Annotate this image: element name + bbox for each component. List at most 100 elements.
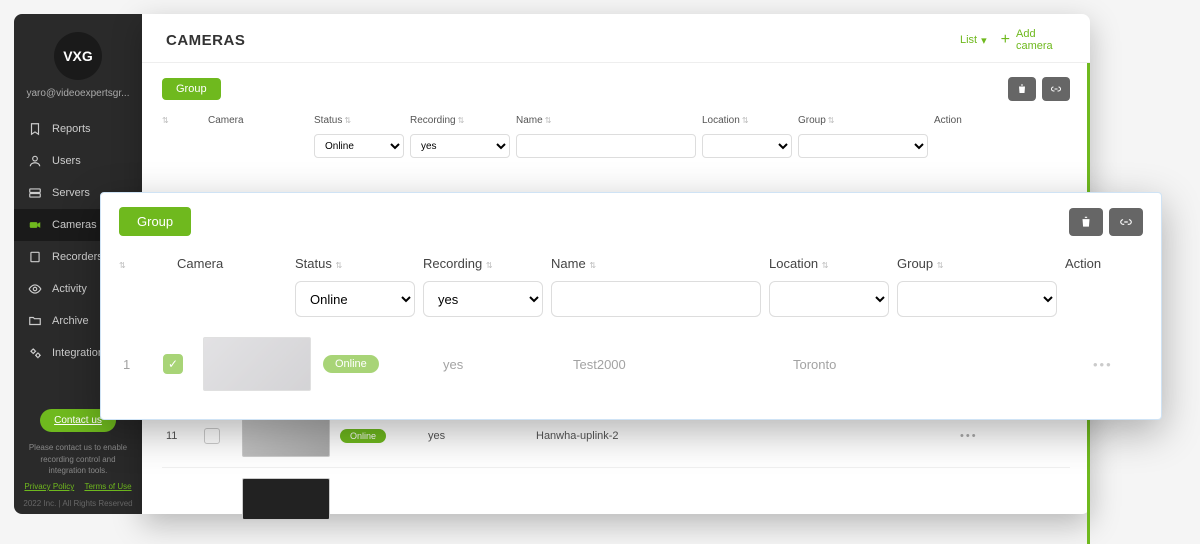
gear-icon (28, 346, 42, 360)
sort-icon[interactable]: ⇅ (119, 261, 126, 270)
row-recording: yes (428, 430, 528, 442)
col-recording: Recording (410, 115, 456, 126)
sort-icon[interactable]: ⇅ (344, 116, 351, 125)
sort-icon[interactable]: ⇅ (742, 116, 749, 125)
recorder-icon (28, 250, 42, 264)
bookmark-icon (28, 122, 42, 136)
plus-icon: + (1001, 31, 1010, 49)
sidebar-item-label: Users (52, 155, 81, 167)
page-title: CAMERAS (166, 32, 245, 49)
sort-icon[interactable]: ⇅ (828, 116, 835, 125)
overlay-panel: Group ⇅ Camera Status ⇅ Recording ⇅ Name… (100, 192, 1162, 420)
sort-icon[interactable]: ⇅ (162, 116, 169, 125)
overlay-group-button[interactable]: Group (119, 207, 191, 236)
sort-icon[interactable]: ⇅ (589, 261, 596, 270)
folder-icon (28, 314, 42, 328)
ov-col-action: Action (1065, 256, 1101, 271)
ov-row-recording: yes (443, 357, 563, 372)
ov-col-location: Location (769, 256, 818, 271)
copyright: 2022 Inc. | All Rights Reserved (14, 493, 142, 514)
sidebar-item-label: Reports (52, 123, 91, 135)
ov-col-recording: Recording (423, 256, 482, 271)
delete-button[interactable] (1008, 77, 1036, 101)
toolbar: Group (162, 77, 1070, 101)
col-action: Action (934, 115, 962, 126)
sort-icon[interactable]: ⇅ (822, 261, 829, 270)
ov-row-actions-menu[interactable]: ••• (1093, 357, 1153, 372)
overlay-delete-button[interactable] (1069, 208, 1103, 236)
privacy-link[interactable]: Privacy Policy (24, 482, 74, 491)
ov-status-badge: Online (323, 355, 379, 373)
recording-filter[interactable]: yes (410, 134, 510, 158)
sort-icon[interactable]: ⇅ (335, 261, 342, 270)
sort-icon[interactable]: ⇅ (937, 261, 944, 270)
sidebar-item-label: Servers (52, 187, 90, 199)
sidebar-item-label: Archive (52, 315, 89, 327)
group-button[interactable]: Group (162, 78, 221, 100)
ov-col-name: Name (551, 256, 586, 271)
sidebar-item-label: Activity (52, 283, 87, 295)
col-camera: Camera (208, 115, 244, 126)
server-icon (28, 186, 42, 200)
terms-link[interactable]: Terms of Use (84, 482, 131, 491)
location-filter[interactable] (702, 134, 792, 158)
ov-col-group: Group (897, 256, 933, 271)
list-label: List (960, 34, 977, 46)
sort-icon[interactable]: ⇅ (486, 261, 493, 270)
overlay-group-filter[interactable] (897, 281, 1057, 317)
add-label: Add camera (1016, 28, 1066, 52)
footer-links: Privacy Policy Terms of Use (14, 480, 142, 493)
overlay-name-filter[interactable] (551, 281, 761, 317)
brand-logo: VXG (54, 32, 102, 80)
overlay-location-filter[interactable] (769, 281, 889, 317)
row-actions-menu[interactable]: ••• (960, 430, 1010, 442)
overlay-filter-row: Online yes (119, 275, 1143, 323)
ov-camera-thumbnail[interactable] (203, 337, 311, 391)
ov-col-camera: Camera (177, 256, 223, 271)
sidebar-item-users[interactable]: Users (14, 145, 142, 177)
add-camera-button[interactable]: + Add camera (1001, 28, 1066, 52)
user-icon (28, 154, 42, 168)
ov-row-checkbox[interactable]: ✓ (163, 354, 183, 374)
col-status: Status (314, 115, 342, 126)
footer-help-text: Please contact us to enable recording co… (14, 438, 142, 480)
sidebar-item-label: Cameras (52, 219, 97, 231)
row-index: 11 (166, 430, 196, 442)
group-filter[interactable] (798, 134, 928, 158)
table-row (162, 468, 1070, 530)
ov-row-name: Test2000 (573, 357, 783, 372)
status-badge: Online (340, 429, 386, 443)
col-group: Group (798, 115, 826, 126)
user-email: yaro@videoexpertsgr... (14, 88, 142, 113)
ov-row-location: Toronto (793, 357, 913, 372)
filter-row: Online yes (162, 130, 1070, 162)
sidebar-item-reports[interactable]: Reports (14, 113, 142, 145)
eye-icon (28, 282, 42, 296)
overlay-table-row: 1 ✓ Online yes Test2000 Toronto ••• (119, 323, 1143, 405)
sort-icon[interactable]: ⇅ (545, 116, 552, 125)
ov-row-index: 1 (123, 357, 153, 372)
list-view-button[interactable]: List ▾ (960, 34, 987, 47)
camera-icon (28, 218, 42, 232)
camera-thumbnail[interactable] (242, 478, 330, 520)
camera-thumbnail[interactable] (242, 415, 330, 457)
link-button[interactable] (1042, 77, 1070, 101)
overlay-status-filter[interactable]: Online (295, 281, 415, 317)
ov-col-status: Status (295, 256, 332, 271)
status-filter[interactable]: Online (314, 134, 404, 158)
overlay-toolbar: Group (119, 207, 1143, 236)
overlay-link-button[interactable] (1109, 208, 1143, 236)
overlay-column-headers: ⇅ Camera Status ⇅ Recording ⇅ Name ⇅ Loc… (119, 252, 1143, 275)
sidebar-item-label: Recorders (52, 251, 103, 263)
column-headers: ⇅ Camera Status⇅ Recording⇅ Name⇅ Locati… (162, 111, 1070, 130)
row-checkbox[interactable] (204, 428, 220, 444)
overlay-recording-filter[interactable]: yes (423, 281, 543, 317)
header-actions: List ▾ + Add camera (960, 28, 1066, 52)
col-location: Location (702, 115, 740, 126)
sort-icon[interactable]: ⇅ (458, 116, 465, 125)
col-name: Name (516, 115, 543, 126)
row-name: Hanwha-uplink-2 (536, 430, 716, 442)
name-filter[interactable] (516, 134, 696, 158)
page-header: CAMERAS List ▾ + Add camera (142, 14, 1090, 63)
chevron-down-icon: ▾ (981, 34, 987, 47)
